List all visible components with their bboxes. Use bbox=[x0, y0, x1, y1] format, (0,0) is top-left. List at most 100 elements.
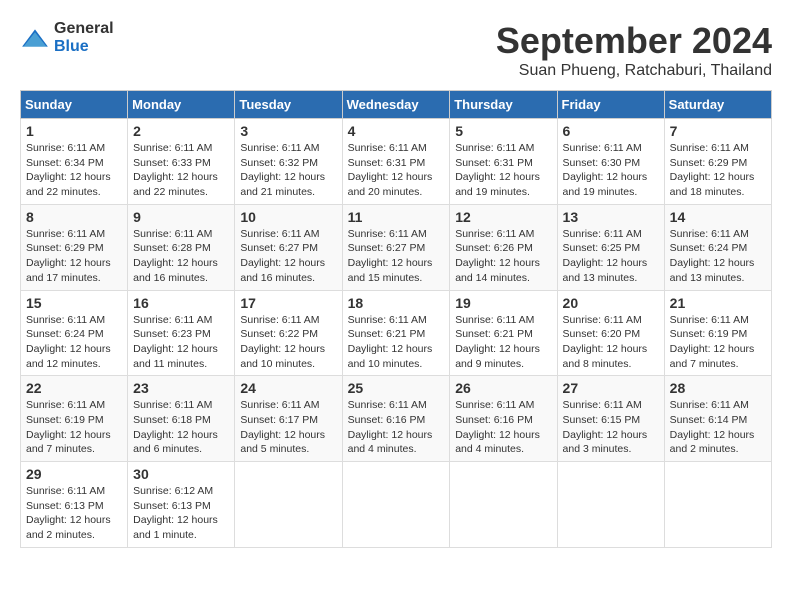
calendar-week-2: 8Sunrise: 6:11 AM Sunset: 6:29 PM Daylig… bbox=[21, 204, 772, 290]
day-info: Sunrise: 6:11 AM Sunset: 6:26 PM Dayligh… bbox=[455, 227, 551, 286]
day-number: 27 bbox=[563, 380, 659, 396]
calendar-cell: 30 Sunrise: 6:12 AM Sunset: 6:13 PM Dayli… bbox=[128, 462, 235, 548]
day-info: Sunrise: 6:12 AM Sunset: 6:13 PM Dayligh… bbox=[133, 484, 229, 543]
day-info: Sunrise: 6:11 AM Sunset: 6:19 PM Dayligh… bbox=[26, 398, 122, 457]
header-tuesday: Tuesday bbox=[235, 91, 342, 119]
day-info: Sunrise: 6:11 AM Sunset: 6:14 PM Dayligh… bbox=[670, 398, 766, 457]
header-friday: Friday bbox=[557, 91, 664, 119]
day-number: 16 bbox=[133, 295, 229, 311]
calendar-cell: 27 Sunrise: 6:11 AM Sunset: 6:15 PM Dayli… bbox=[557, 376, 664, 462]
day-number: 6 bbox=[563, 123, 659, 139]
calendar-cell: 17Sunrise: 6:11 AM Sunset: 6:22 PM Dayli… bbox=[235, 290, 342, 376]
calendar-cell bbox=[450, 462, 557, 548]
calendar-cell: 18 Sunrise: 6:11 AM Sunset: 6:21 PM Dayli… bbox=[342, 290, 450, 376]
day-number: 19 bbox=[455, 295, 551, 311]
calendar-week-5: 29 Sunrise: 6:11 AM Sunset: 6:13 PM Dayli… bbox=[21, 462, 772, 548]
day-number: 9 bbox=[133, 209, 229, 225]
header-wednesday: Wednesday bbox=[342, 91, 450, 119]
logo: General Blue bbox=[20, 20, 114, 56]
calendar-cell: 4Sunrise: 6:11 AM Sunset: 6:31 PM Daylig… bbox=[342, 119, 450, 205]
day-number: 15 bbox=[26, 295, 122, 311]
day-info: Sunrise: 6:11 AM Sunset: 6:21 PM Dayligh… bbox=[455, 313, 551, 372]
logo-blue: Blue bbox=[54, 38, 89, 55]
day-number: 12 bbox=[455, 209, 551, 225]
calendar-cell: 9Sunrise: 6:11 AM Sunset: 6:28 PM Daylig… bbox=[128, 204, 235, 290]
calendar-cell: 13Sunrise: 6:11 AM Sunset: 6:25 PM Dayli… bbox=[557, 204, 664, 290]
day-number: 29 bbox=[26, 466, 122, 482]
calendar-week-4: 22 Sunrise: 6:11 AM Sunset: 6:19 PM Dayli… bbox=[21, 376, 772, 462]
day-number: 10 bbox=[240, 209, 336, 225]
calendar-cell: 26 Sunrise: 6:11 AM Sunset: 6:16 PM Dayli… bbox=[450, 376, 557, 462]
day-number: 23 bbox=[133, 380, 229, 396]
calendar-table: SundayMondayTuesdayWednesdayThursdayFrid… bbox=[20, 90, 772, 548]
calendar-cell: 24 Sunrise: 6:11 AM Sunset: 6:17 PM Dayli… bbox=[235, 376, 342, 462]
day-info: Sunrise: 6:11 AM Sunset: 6:27 PM Dayligh… bbox=[348, 227, 445, 286]
logo-general: General bbox=[54, 20, 114, 37]
day-number: 2 bbox=[133, 123, 229, 139]
day-info: Sunrise: 6:11 AM Sunset: 6:30 PM Dayligh… bbox=[563, 141, 659, 200]
header-monday: Monday bbox=[128, 91, 235, 119]
day-info: Sunrise: 6:11 AM Sunset: 6:16 PM Dayligh… bbox=[348, 398, 445, 457]
calendar-cell bbox=[557, 462, 664, 548]
day-number: 4 bbox=[348, 123, 445, 139]
day-number: 17 bbox=[240, 295, 336, 311]
calendar-cell: 25 Sunrise: 6:11 AM Sunset: 6:16 PM Dayli… bbox=[342, 376, 450, 462]
day-info: Sunrise: 6:11 AM Sunset: 6:24 PM Dayligh… bbox=[670, 227, 766, 286]
day-info: Sunrise: 6:11 AM Sunset: 6:29 PM Dayligh… bbox=[26, 227, 122, 286]
calendar-cell: 16 Sunrise: 6:11 AM Sunset: 6:23 PM Dayli… bbox=[128, 290, 235, 376]
calendar-cell: 8Sunrise: 6:11 AM Sunset: 6:29 PM Daylig… bbox=[21, 204, 128, 290]
day-info: Sunrise: 6:11 AM Sunset: 6:15 PM Dayligh… bbox=[563, 398, 659, 457]
day-info: Sunrise: 6:11 AM Sunset: 6:34 PM Dayligh… bbox=[26, 141, 122, 200]
day-number: 3 bbox=[240, 123, 336, 139]
day-info: Sunrise: 6:11 AM Sunset: 6:33 PM Dayligh… bbox=[133, 141, 229, 200]
calendar-header-row: SundayMondayTuesdayWednesdayThursdayFrid… bbox=[21, 91, 772, 119]
day-number: 26 bbox=[455, 380, 551, 396]
calendar-cell: 5Sunrise: 6:11 AM Sunset: 6:31 PM Daylig… bbox=[450, 119, 557, 205]
calendar-cell: 28 Sunrise: 6:11 AM Sunset: 6:14 PM Dayli… bbox=[664, 376, 771, 462]
day-info: Sunrise: 6:11 AM Sunset: 6:27 PM Dayligh… bbox=[240, 227, 336, 286]
calendar-cell: 22 Sunrise: 6:11 AM Sunset: 6:19 PM Dayli… bbox=[21, 376, 128, 462]
day-number: 1 bbox=[26, 123, 122, 139]
day-info: Sunrise: 6:11 AM Sunset: 6:18 PM Dayligh… bbox=[133, 398, 229, 457]
day-number: 25 bbox=[348, 380, 445, 396]
day-number: 14 bbox=[670, 209, 766, 225]
day-number: 24 bbox=[240, 380, 336, 396]
location-subtitle: Suan Phueng, Ratchaburi, Thailand bbox=[496, 62, 772, 80]
title-section: September 2024 Suan Phueng, Ratchaburi, … bbox=[496, 20, 772, 80]
header-thursday: Thursday bbox=[450, 91, 557, 119]
calendar-cell: 1 Sunrise: 6:11 AM Sunset: 6:34 PM Daylig… bbox=[21, 119, 128, 205]
calendar-cell: 14 Sunrise: 6:11 AM Sunset: 6:24 PM Dayli… bbox=[664, 204, 771, 290]
day-info: Sunrise: 6:11 AM Sunset: 6:23 PM Dayligh… bbox=[133, 313, 229, 372]
day-number: 11 bbox=[348, 209, 445, 225]
calendar-cell: 20Sunrise: 6:11 AM Sunset: 6:20 PM Dayli… bbox=[557, 290, 664, 376]
day-number: 21 bbox=[670, 295, 766, 311]
calendar-cell: 23 Sunrise: 6:11 AM Sunset: 6:18 PM Dayli… bbox=[128, 376, 235, 462]
day-info: Sunrise: 6:11 AM Sunset: 6:32 PM Dayligh… bbox=[240, 141, 336, 200]
day-info: Sunrise: 6:11 AM Sunset: 6:13 PM Dayligh… bbox=[26, 484, 122, 543]
day-info: Sunrise: 6:11 AM Sunset: 6:19 PM Dayligh… bbox=[670, 313, 766, 372]
day-number: 28 bbox=[670, 380, 766, 396]
day-number: 30 bbox=[133, 466, 229, 482]
day-number: 5 bbox=[455, 123, 551, 139]
day-info: Sunrise: 6:11 AM Sunset: 6:21 PM Dayligh… bbox=[348, 313, 445, 372]
calendar-cell bbox=[342, 462, 450, 548]
day-info: Sunrise: 6:11 AM Sunset: 6:16 PM Dayligh… bbox=[455, 398, 551, 457]
calendar-cell: 2 Sunrise: 6:11 AM Sunset: 6:33 PM Daylig… bbox=[128, 119, 235, 205]
day-number: 20 bbox=[563, 295, 659, 311]
logo-text: General Blue bbox=[54, 20, 114, 56]
day-number: 22 bbox=[26, 380, 122, 396]
calendar-week-3: 15 Sunrise: 6:11 AM Sunset: 6:24 PM Dayli… bbox=[21, 290, 772, 376]
calendar-cell bbox=[664, 462, 771, 548]
logo-icon bbox=[20, 28, 50, 48]
calendar-cell bbox=[235, 462, 342, 548]
day-info: Sunrise: 6:11 AM Sunset: 6:24 PM Dayligh… bbox=[26, 313, 122, 372]
calendar-cell: 12 Sunrise: 6:11 AM Sunset: 6:26 PM Dayli… bbox=[450, 204, 557, 290]
day-number: 18 bbox=[348, 295, 445, 311]
day-info: Sunrise: 6:11 AM Sunset: 6:17 PM Dayligh… bbox=[240, 398, 336, 457]
day-number: 7 bbox=[670, 123, 766, 139]
calendar-week-1: 1 Sunrise: 6:11 AM Sunset: 6:34 PM Daylig… bbox=[21, 119, 772, 205]
calendar-cell: 29 Sunrise: 6:11 AM Sunset: 6:13 PM Dayli… bbox=[21, 462, 128, 548]
calendar-cell: 10 Sunrise: 6:11 AM Sunset: 6:27 PM Dayli… bbox=[235, 204, 342, 290]
day-info: Sunrise: 6:11 AM Sunset: 6:29 PM Dayligh… bbox=[670, 141, 766, 200]
day-info: Sunrise: 6:11 AM Sunset: 6:25 PM Dayligh… bbox=[563, 227, 659, 286]
